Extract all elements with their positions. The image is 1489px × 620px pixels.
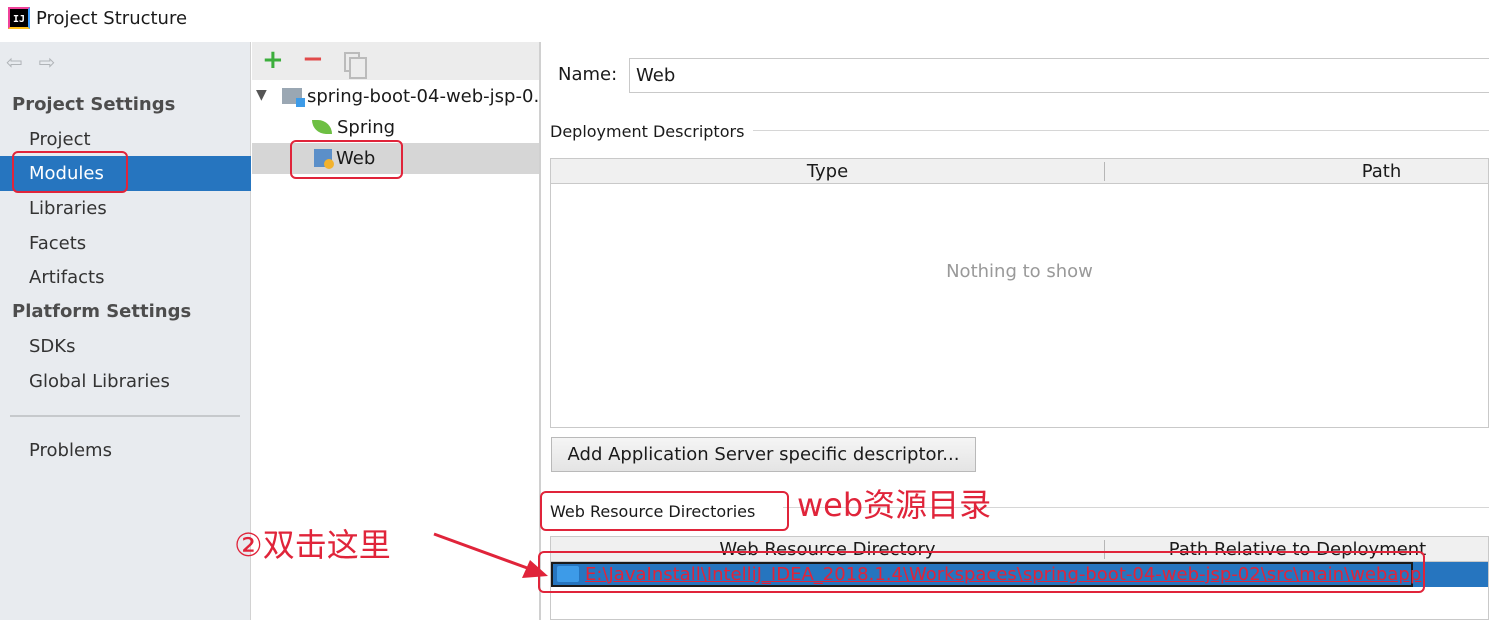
tree-root-module[interactable]: spring-boot-04-web-jsp-0… bbox=[282, 82, 541, 112]
sidebar-item-artifacts[interactable]: Artifacts bbox=[0, 260, 251, 295]
name-field[interactable]: Web bbox=[629, 58, 1489, 93]
annotation-box-web bbox=[290, 140, 403, 179]
name-label: Name: bbox=[558, 64, 618, 85]
column-type[interactable]: Type bbox=[551, 159, 1104, 184]
back-arrow-icon[interactable]: ⇦ bbox=[6, 50, 23, 74]
empty-state-text: Nothing to show bbox=[946, 261, 1093, 282]
tree-toolbar: + − bbox=[252, 42, 539, 80]
window-title: Project Structure bbox=[36, 8, 188, 29]
facet-details-panel: Name: Web Deployment Descriptors Type Pa… bbox=[543, 42, 1489, 620]
tree-node-spring-label: Spring bbox=[337, 117, 396, 138]
sidebar-item-problems[interactable]: Problems bbox=[0, 433, 251, 468]
chevron-down-icon[interactable]: ▼ bbox=[256, 87, 267, 103]
tree-root-label: spring-boot-04-web-jsp-0… bbox=[307, 86, 541, 107]
sidebar-item-libraries[interactable]: Libraries bbox=[0, 191, 251, 226]
settings-sidebar: ⇦ ⇨ Project Settings Project Modules Libr… bbox=[0, 42, 251, 620]
deployment-descriptors-title: Deployment Descriptors bbox=[550, 122, 753, 141]
section-platform-settings: Platform Settings bbox=[12, 301, 192, 322]
module-folder-icon bbox=[282, 88, 305, 107]
deployment-descriptors-table[interactable]: Type Path Nothing to show bbox=[550, 158, 1489, 428]
annotation-web-resources: web资源目录 bbox=[797, 486, 992, 524]
tree-node-spring[interactable]: Spring bbox=[312, 113, 395, 143]
intellij-icon: IJ bbox=[8, 7, 30, 29]
forward-arrow-icon[interactable]: ⇨ bbox=[39, 50, 56, 74]
annotation-box-modules bbox=[12, 151, 128, 193]
annotation-box-web-resources bbox=[540, 491, 789, 531]
remove-icon[interactable]: − bbox=[302, 44, 324, 74]
sidebar-item-sdks[interactable]: SDKs bbox=[0, 329, 251, 364]
annotation-arrow-icon bbox=[433, 532, 548, 578]
copy-icon[interactable] bbox=[344, 52, 367, 79]
add-icon[interactable]: + bbox=[262, 45, 284, 75]
section-project-settings: Project Settings bbox=[12, 94, 176, 115]
deployment-group-line bbox=[753, 130, 1489, 131]
sidebar-item-facets[interactable]: Facets bbox=[0, 226, 251, 261]
add-descriptor-button[interactable]: Add Application Server specific descript… bbox=[551, 437, 976, 472]
nav-arrows: ⇦ ⇨ bbox=[6, 50, 72, 74]
deployment-table-header: Type Path bbox=[551, 159, 1488, 184]
sidebar-divider bbox=[10, 415, 240, 417]
title-bar: IJ Project Structure bbox=[0, 0, 1489, 38]
annotation-double-click: ②双击这里 bbox=[234, 526, 391, 564]
annotation-box-path bbox=[538, 551, 1425, 593]
spring-leaf-icon bbox=[312, 120, 332, 134]
sidebar-item-global-libraries[interactable]: Global Libraries bbox=[0, 364, 251, 399]
column-path[interactable]: Path bbox=[1105, 159, 1489, 184]
